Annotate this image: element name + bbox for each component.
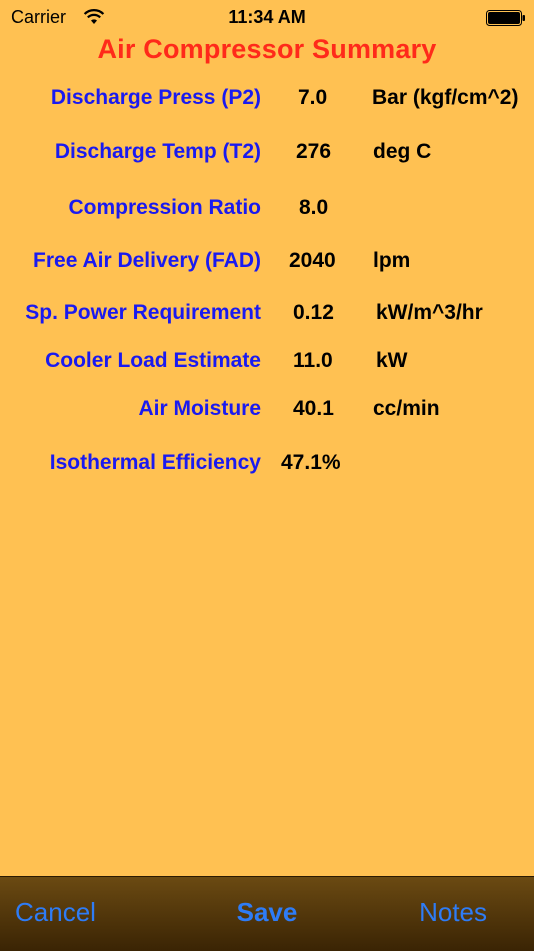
notes-button[interactable]: Notes (419, 897, 487, 928)
sp-power-unit: kW/m^3/hr (376, 301, 483, 324)
discharge-temp-unit: deg C (373, 140, 432, 163)
cooler-load-value: 11.0 (293, 349, 333, 372)
row-discharge-press: Discharge Press (P2) 7.0 Bar (kgf/cm^2) (0, 86, 534, 116)
battery-icon (486, 10, 525, 26)
compression-ratio-value: 8.0 (299, 196, 329, 219)
cooler-load-label: Cooler Load Estimate (45, 349, 261, 372)
page-title: Air Compressor Summary (97, 34, 437, 64)
row-discharge-temp: Discharge Temp (T2) 276 deg C (0, 140, 534, 170)
air-moisture-label: Air Moisture (138, 397, 261, 420)
bottom-toolbar: Cancel Save Notes (0, 876, 534, 951)
isothermal-efficiency-label: Isothermal Efficiency (49, 451, 261, 474)
air-moisture-value: 40.1 (293, 397, 334, 420)
cooler-load-unit: kW (376, 349, 408, 372)
isothermal-efficiency-value: 47.1% (281, 451, 341, 474)
status-time: 11:34 AM (228, 7, 306, 27)
row-cooler-load: Cooler Load Estimate 11.0 kW (0, 349, 534, 379)
discharge-press-label: Discharge Press (P2) (50, 86, 261, 109)
air-moisture-unit: cc/min (373, 397, 440, 420)
discharge-temp-value: 276 (296, 140, 332, 163)
free-air-delivery-unit: lpm (373, 249, 411, 272)
sp-power-value: 0.12 (293, 301, 334, 324)
row-compression-ratio: Compression Ratio 8.0 (0, 196, 534, 226)
row-free-air-delivery: Free Air Delivery (FAD) 2040 lpm (0, 249, 534, 279)
discharge-press-unit: Bar (kgf/cm^2) (372, 86, 519, 109)
discharge-temp-label: Discharge Temp (T2) (54, 140, 261, 163)
compression-ratio-label: Compression Ratio (68, 196, 261, 219)
row-sp-power: Sp. Power Requirement 0.12 kW/m^3/hr (0, 301, 534, 331)
summary-screen: Carrier 11:34 AM Air Compressor Summary … (0, 0, 534, 951)
row-isothermal-efficiency: Isothermal Efficiency 47.1% (0, 451, 534, 481)
free-air-delivery-value: 2040 (289, 249, 336, 272)
status-bar: Carrier 11:34 AM (0, 0, 534, 36)
row-air-moisture: Air Moisture 40.1 cc/min (0, 397, 534, 427)
free-air-delivery-label: Free Air Delivery (FAD) (33, 249, 261, 272)
discharge-press-value: 7.0 (298, 86, 328, 109)
sp-power-label: Sp. Power Requirement (25, 301, 261, 324)
